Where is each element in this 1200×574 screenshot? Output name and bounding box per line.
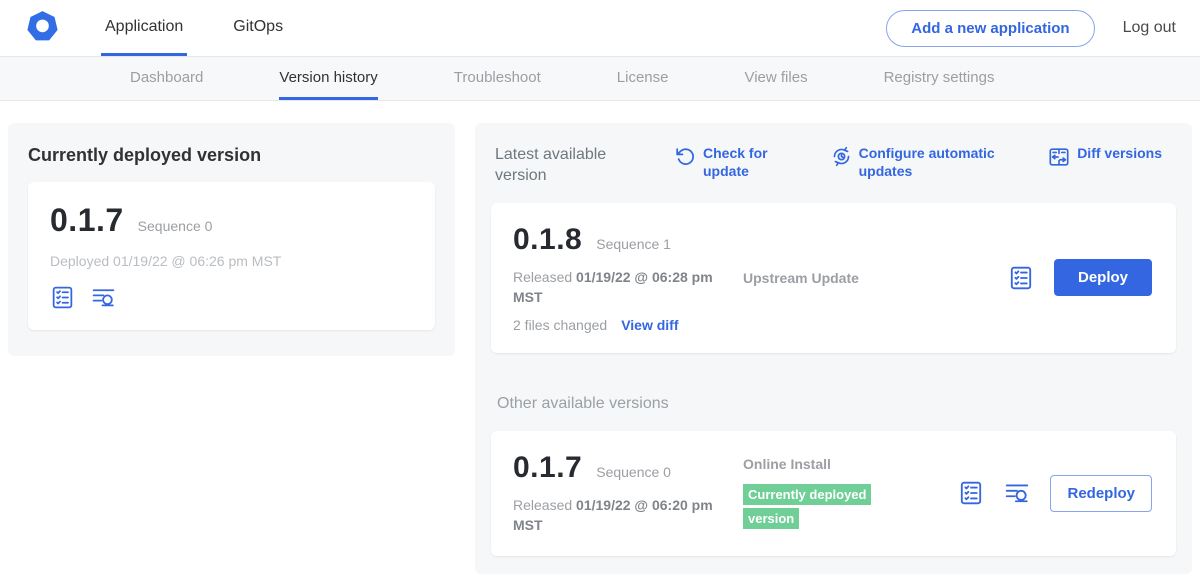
configure-automatic-updates-label: Configure automatic updates (859, 145, 1005, 180)
diff-table-icon (1048, 145, 1070, 173)
other-released-timestamp: Released 01/19/22 @ 06:20 pm MST (513, 495, 735, 536)
diff-versions-label: Diff versions (1077, 145, 1162, 163)
latest-released-timestamp: Released 01/19/22 @ 06:28 pm MST (513, 267, 735, 308)
latest-version-label: 0.1.8 (513, 223, 582, 257)
diff-versions-button[interactable]: Diff versions (1048, 145, 1162, 173)
refresh-icon (675, 145, 696, 172)
tab-application[interactable]: Application (101, 0, 187, 56)
preflight-checklist-icon[interactable] (1008, 265, 1034, 291)
currently-deployed-badge: Currently deployed version (743, 484, 871, 530)
top-tabs: Application GitOps (101, 0, 287, 56)
top-nav: Application GitOps Add a new application… (0, 0, 1200, 57)
deployed-version-label: 0.1.7 (50, 202, 124, 239)
latest-sequence-label: Sequence 1 (596, 236, 671, 252)
latest-available-panel: Latest available version Check for updat… (475, 123, 1192, 574)
other-version-label: 0.1.7 (513, 451, 582, 485)
other-versions-title: Other available versions (497, 395, 1176, 413)
other-sequence-label: Sequence 0 (596, 464, 671, 480)
released-label: Released (513, 497, 572, 513)
preflight-checklist-icon[interactable] (50, 285, 75, 310)
currently-deployed-panel: Currently deployed version 0.1.7 Sequenc… (8, 123, 455, 356)
deployed-timestamp: Deployed 01/19/22 @ 06:26 pm MST (50, 253, 413, 269)
app-sub-nav: Dashboard Version history Troubleshoot L… (0, 57, 1200, 101)
preflight-checklist-icon[interactable] (958, 480, 984, 506)
tab-gitops[interactable]: GitOps (229, 0, 287, 56)
main-content: Currently deployed version 0.1.7 Sequenc… (0, 101, 1200, 574)
subnav-item-troubleshoot[interactable]: Troubleshoot (454, 57, 541, 100)
latest-available-title: Latest available version (495, 145, 635, 187)
subnav-item-view-files[interactable]: View files (744, 57, 807, 100)
add-application-button[interactable]: Add a new application (886, 10, 1094, 47)
deployed-sequence-label: Sequence 0 (138, 218, 213, 234)
deploy-logs-icon[interactable] (1004, 480, 1030, 506)
subnav-item-dashboard[interactable]: Dashboard (130, 57, 203, 100)
latest-version-card: 0.1.8 Sequence 1 Released 01/19/22 @ 06:… (491, 203, 1176, 354)
kots-heptagon-logo-icon (24, 8, 61, 48)
currently-deployed-title: Currently deployed version (28, 145, 435, 166)
deploy-logs-icon[interactable] (91, 285, 116, 310)
subnav-item-license[interactable]: License (617, 57, 669, 100)
other-version-card: 0.1.7 Sequence 0 Released 01/19/22 @ 06:… (491, 431, 1176, 556)
tab-gitops-label: GitOps (233, 18, 283, 36)
version-source-label: Online Install (743, 456, 958, 472)
app-logo[interactable] (24, 0, 61, 56)
deploy-button[interactable]: Deploy (1054, 259, 1152, 296)
subnav-item-version-history[interactable]: Version history (279, 57, 377, 100)
released-label: Released (513, 269, 572, 285)
files-changed-label: 2 files changed (513, 317, 607, 333)
check-for-update-button[interactable]: Check for update (675, 145, 787, 180)
auto-update-clock-icon (831, 145, 852, 172)
check-for-update-label: Check for update (703, 145, 787, 180)
logout-button[interactable]: Log out (1123, 19, 1176, 37)
view-diff-link[interactable]: View diff (621, 317, 678, 333)
currently-deployed-card: 0.1.7 Sequence 0 Deployed 01/19/22 @ 06:… (28, 182, 435, 330)
redeploy-button[interactable]: Redeploy (1050, 475, 1152, 512)
version-source-label: Upstream Update (743, 270, 1008, 286)
subnav-item-registry-settings[interactable]: Registry settings (884, 57, 995, 100)
configure-automatic-updates-button[interactable]: Configure automatic updates (831, 145, 1005, 180)
tab-application-label: Application (105, 18, 183, 36)
